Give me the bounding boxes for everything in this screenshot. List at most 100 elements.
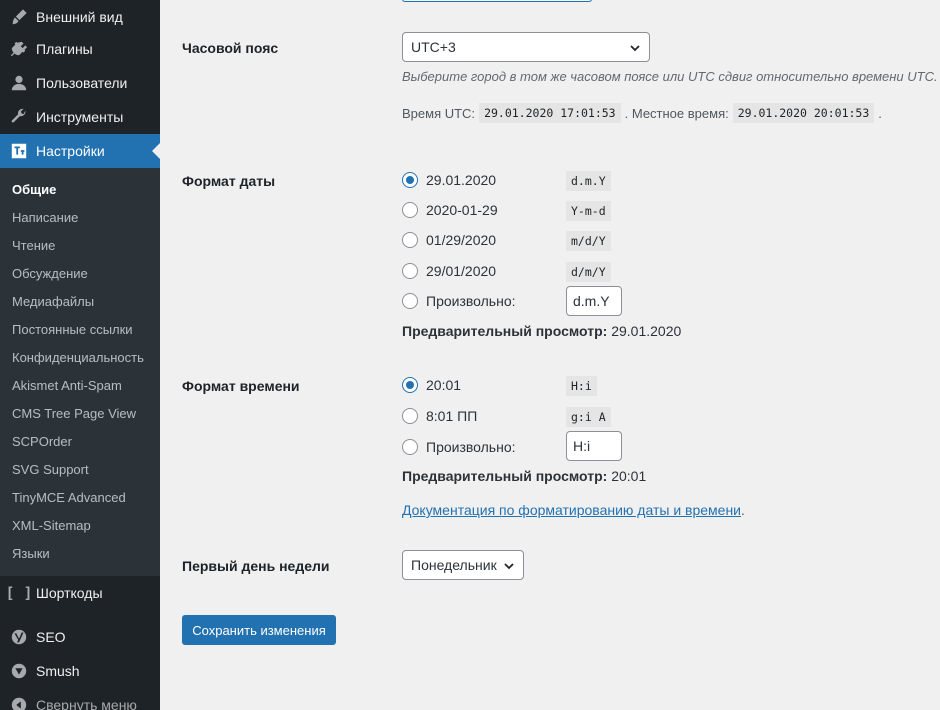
menu-item-smush[interactable]: Smush: [0, 654, 160, 688]
date-format-custom-option[interactable]: Произвольно:: [402, 291, 516, 311]
partial-button-top: [402, 0, 592, 2]
option-label: 8:01 ПП: [426, 408, 478, 424]
submenu-item-languages[interactable]: Языки: [12, 546, 50, 561]
time-format-label: Формат времени: [182, 378, 300, 394]
date-format-preview: Предварительный просмотр: 29.01.2020: [402, 323, 681, 339]
local-time-value: 29.01.2020 20:01:53: [732, 103, 875, 123]
local-time-label: . Местное время:: [624, 105, 729, 121]
menu-item-plugins[interactable]: Плагины: [0, 32, 160, 66]
menu-item-shortcodes[interactable]: [ ] Шорткоды: [0, 576, 160, 610]
collapse-icon: [0, 696, 36, 710]
radio-button[interactable]: [402, 439, 418, 455]
menu-item-tools[interactable]: Инструменты: [0, 100, 160, 134]
submenu-item-writing[interactable]: Написание: [12, 210, 78, 225]
doc-link-end: .: [741, 502, 745, 518]
plugins-icon: [0, 40, 36, 58]
preview-value: 29.01.2020: [611, 323, 682, 339]
menu-label: SEO: [36, 629, 66, 645]
time-format-custom-option[interactable]: Произвольно:: [402, 437, 516, 457]
menu-item-users[interactable]: Пользователи: [0, 66, 160, 100]
option-label: Произвольно:: [426, 293, 516, 309]
date-format-option[interactable]: 01/29/2020: [402, 230, 496, 250]
option-label: 20:01: [426, 377, 462, 393]
times-end: .: [878, 105, 882, 121]
menu-item-appearance[interactable]: Внешний вид: [0, 0, 160, 34]
date-format-code: m/d/Y: [566, 231, 611, 251]
radio-button[interactable]: [402, 377, 418, 393]
users-icon: [0, 74, 36, 92]
collapse-menu-button[interactable]: Свернуть меню: [0, 688, 160, 710]
utc-time-label: Время UTC:: [402, 105, 476, 121]
date-format-label: Формат даты: [182, 173, 276, 189]
yoast-icon: [0, 628, 36, 646]
paintbrush-icon: [0, 8, 36, 26]
date-format-option[interactable]: 29.01.2020: [402, 170, 496, 190]
submenu-item-reading[interactable]: Чтение: [12, 238, 55, 253]
smush-icon: [0, 662, 36, 680]
submenu-item-general[interactable]: Общие: [12, 182, 56, 197]
menu-label: Smush: [36, 663, 80, 679]
time-format-option[interactable]: 20:01: [402, 375, 461, 395]
submenu-item-tinymce[interactable]: TinyMCE Advanced: [12, 490, 126, 505]
save-changes-button[interactable]: Сохранить изменения: [182, 615, 336, 645]
radio-button[interactable]: [402, 232, 418, 248]
submenu-item-privacy[interactable]: Конфиденциальность: [12, 350, 144, 365]
timezone-value: UTC+3: [411, 39, 456, 55]
time-format-preview: Предварительный просмотр: 20:01: [402, 468, 646, 484]
option-label: 2020-01-29: [426, 202, 498, 218]
chevron-down-icon: [630, 45, 640, 52]
date-format-code: d.m.Y: [566, 171, 611, 191]
timezone-select[interactable]: UTC+3: [402, 32, 650, 62]
menu-item-settings[interactable]: Настройки: [0, 134, 160, 168]
week-start-value: Понедельник: [411, 557, 497, 573]
timezone-times: Время UTC: 29.01.2020 17:01:53 . Местное…: [402, 103, 882, 123]
menu-label: Пользователи: [36, 75, 128, 91]
submenu-item-media[interactable]: Медиафайлы: [12, 294, 94, 309]
option-label: 01/29/2020: [426, 232, 497, 248]
preview-value: 20:01: [611, 468, 647, 484]
time-format-code: g:i A: [566, 407, 611, 427]
time-format-option[interactable]: 8:01 ПП: [402, 406, 477, 426]
date-time-docs-link[interactable]: Документация по форматированию даты и вр…: [402, 502, 741, 518]
menu-label: Плагины: [36, 41, 93, 57]
menu-label: Инструменты: [36, 109, 124, 125]
date-format-code: Y-m-d: [566, 201, 611, 221]
date-format-option[interactable]: 2020-01-29: [402, 200, 498, 220]
menu-item-seo[interactable]: SEO: [0, 620, 160, 654]
timezone-description: Выберите город в том же часовом поясе ил…: [402, 69, 938, 84]
brackets-icon: [ ]: [5, 584, 33, 602]
submenu-item-permalinks[interactable]: Постоянные ссылки: [12, 322, 133, 337]
settings-icon: [0, 142, 36, 160]
radio-button[interactable]: [402, 172, 418, 188]
radio-button[interactable]: [402, 293, 418, 309]
date-format-code: d/m/Y: [566, 262, 611, 282]
time-format-custom-input[interactable]: H:i: [566, 431, 622, 461]
menu-label: Настройки: [36, 143, 105, 159]
timezone-label: Часовой пояс: [182, 40, 279, 56]
week-start-label: Первый день недели: [182, 558, 330, 574]
option-label: 29.01.2020: [426, 172, 497, 188]
radio-button[interactable]: [402, 263, 418, 279]
admin-sidebar: Внешний вид Плагины Пользователи Инструм…: [0, 0, 160, 710]
menu-label: Шорткоды: [36, 585, 103, 601]
menu-label: Свернуть меню: [36, 697, 137, 710]
date-format-custom-input[interactable]: d.m.Y: [566, 286, 622, 316]
preview-label: Предварительный просмотр:: [402, 323, 608, 339]
week-start-select[interactable]: Понедельник: [402, 550, 524, 580]
chevron-down-icon: [504, 563, 514, 570]
option-label: 29/01/2020: [426, 263, 497, 279]
submenu-item-scporder[interactable]: SCPOrder: [12, 434, 72, 449]
submenu-item-akismet[interactable]: Akismet Anti-Spam: [12, 378, 122, 393]
date-format-option[interactable]: 29/01/2020: [402, 261, 496, 281]
submenu-item-cms-tree[interactable]: CMS Tree Page View: [12, 406, 136, 421]
option-label: Произвольно:: [426, 439, 516, 455]
menu-label: Внешний вид: [36, 9, 123, 25]
submenu-item-xml-sitemap[interactable]: XML-Sitemap: [12, 518, 91, 533]
wrench-icon: [0, 108, 36, 126]
preview-label: Предварительный просмотр:: [402, 468, 608, 484]
radio-button[interactable]: [402, 202, 418, 218]
submenu-item-svg-support[interactable]: SVG Support: [12, 462, 89, 477]
radio-button[interactable]: [402, 408, 418, 424]
submenu-item-discussion[interactable]: Обсуждение: [12, 266, 88, 281]
time-format-code: H:i: [566, 376, 597, 396]
